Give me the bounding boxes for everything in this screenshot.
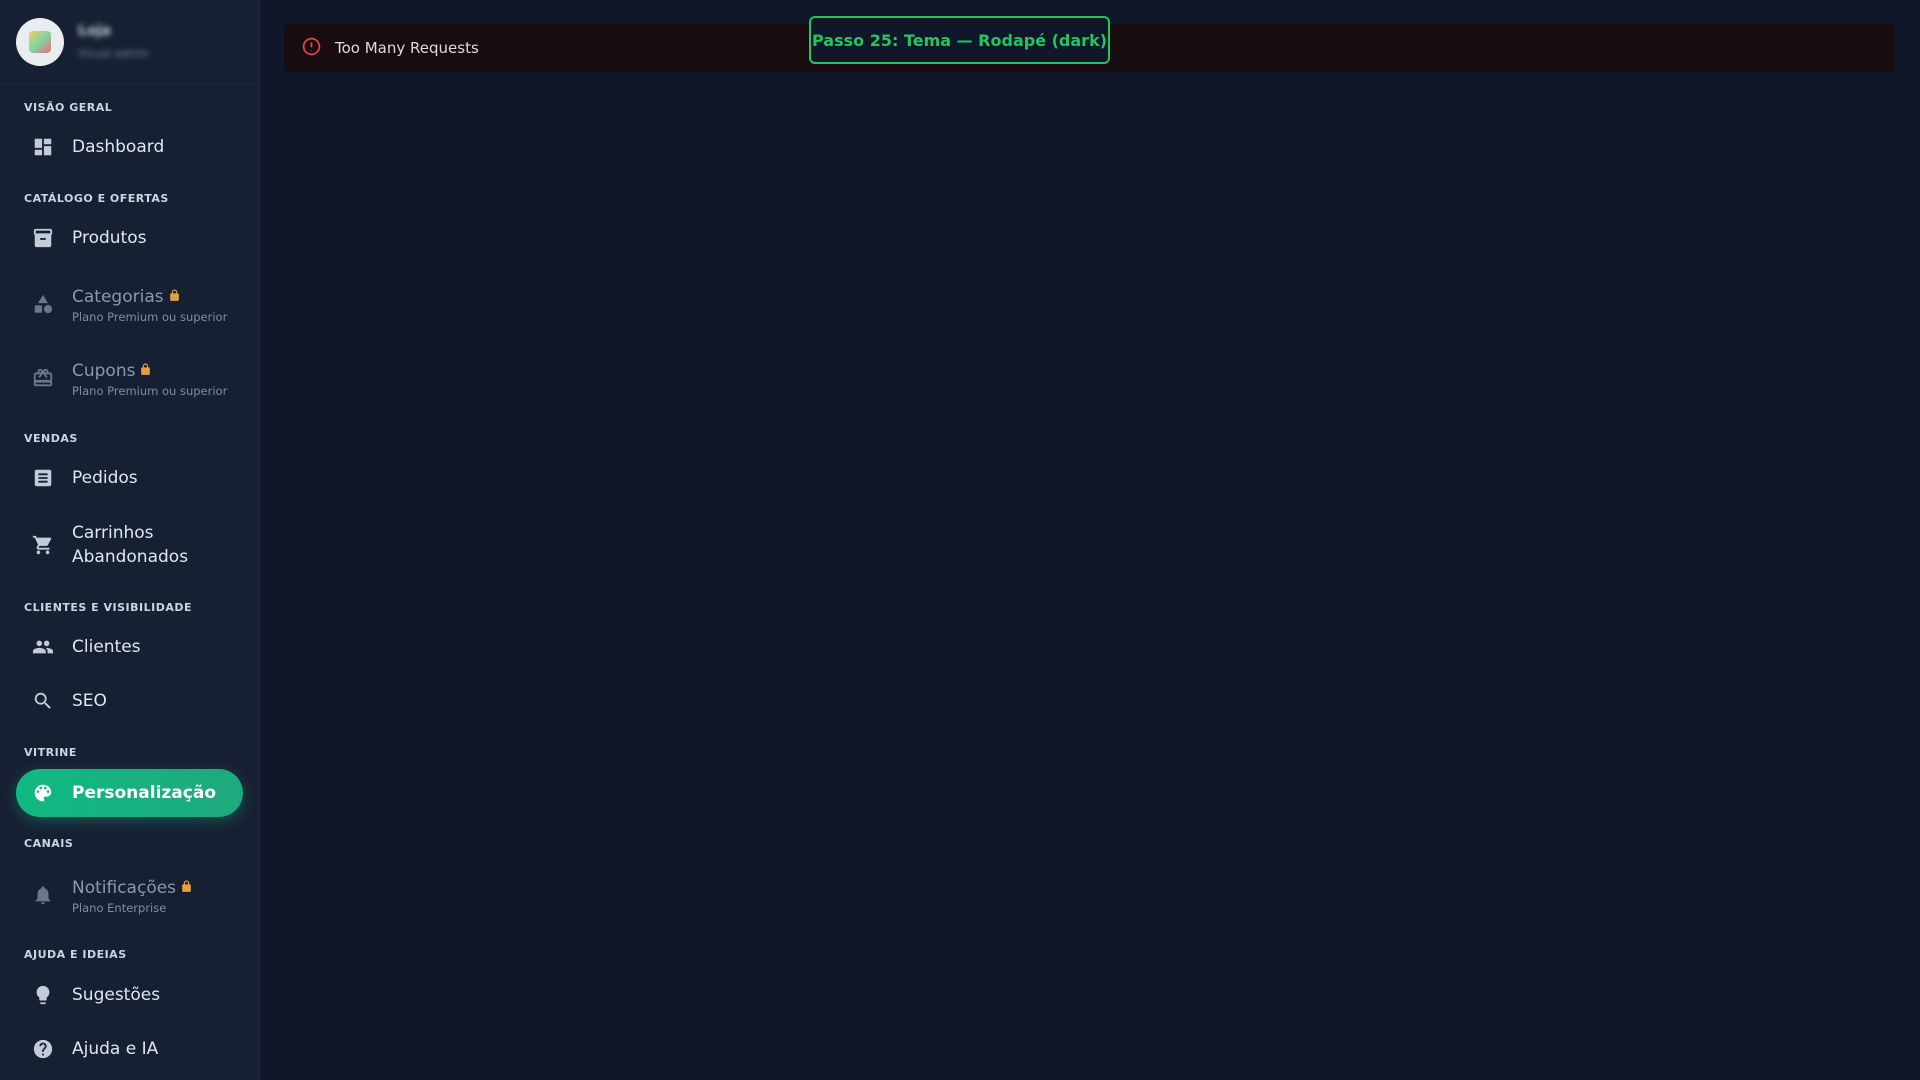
archive-icon [31, 226, 55, 250]
help-circle-icon [31, 1037, 55, 1061]
people-icon [31, 635, 55, 659]
sidebar-item-cupons[interactable]: Cupons Plano Premium ou superior [16, 350, 243, 406]
sidebar-item-label: Sugestões [72, 985, 161, 1005]
category-icon [31, 292, 55, 316]
section-label-overview: VISÃO GERAL [24, 101, 113, 114]
sidebar-item-label: Carrinhos [72, 523, 154, 543]
lightbulb-icon [31, 983, 55, 1007]
section-label-channels: CANAIS [24, 837, 74, 850]
coupon-icon [31, 366, 55, 390]
sidebar-item-label: Ajuda e IA [72, 1039, 159, 1059]
sidebar-item-plan-note: Plano Premium ou superior [72, 383, 228, 398]
sidebar-item-label: Clientes [72, 637, 141, 657]
sidebar-item-categorias[interactable]: Categorias Plano Premium ou superior [16, 276, 243, 332]
receipt-list-icon [31, 466, 55, 490]
sidebar-item-plan-note: Plano Premium ou superior [72, 309, 228, 324]
sidebar-item-notificacoes[interactable]: Notificações Plano Enterprise [16, 867, 243, 923]
step-badge: Passo 25: Tema — Rodapé (dark) [809, 16, 1110, 64]
profile-header[interactable]: Loja Visual admin [0, 0, 259, 84]
search-icon [31, 689, 55, 713]
sidebar-item-label: Notificações [72, 877, 177, 898]
bell-icon [31, 883, 55, 907]
shopping-cart-icon [31, 533, 55, 557]
avatar [16, 17, 64, 66]
profile-text: Loja Visual admin [78, 23, 149, 60]
store-logo-icon [29, 30, 51, 53]
section-label-catalog: CATÁLOGO E OFERTAS [24, 192, 169, 205]
sidebar-item-clientes[interactable]: Clientes [16, 625, 243, 669]
sidebar-item-label-line2: Abandonados [72, 547, 189, 567]
error-circle-icon [301, 36, 322, 61]
lock-icon [180, 876, 193, 900]
sidebar-item-seo[interactable]: SEO [16, 679, 243, 723]
sidebar-item-label: Categorias [72, 286, 164, 307]
sidebar-item-label: Pedidos [72, 468, 138, 488]
section-label-storefront: VITRINE [24, 746, 77, 759]
sidebar-item-label: Produtos [72, 228, 147, 248]
lock-icon [168, 285, 181, 309]
palette-icon [31, 781, 55, 805]
profile-role: Visual admin [78, 47, 149, 60]
dashboard-icon [31, 135, 55, 159]
sidebar-item-label: Cupons [72, 360, 136, 381]
section-label-help: AJUDA E IDEIAS [24, 948, 127, 961]
sidebar-item-plan-note: Plano Enterprise [72, 900, 167, 915]
sidebar-item-carrinhos-abandonados[interactable]: Carrinhos Abandonados [16, 519, 243, 571]
sidebar-item-label: Personalização [72, 783, 216, 803]
sidebar: Loja Visual admin VISÃO GERAL Dashboard … [0, 0, 260, 1080]
sidebar-item-label: SEO [72, 691, 107, 711]
sidebar-item-label: Dashboard [72, 137, 165, 157]
profile-name: Loja [78, 23, 111, 39]
section-label-sales: VENDAS [24, 432, 78, 445]
error-message: Too Many Requests [335, 39, 479, 57]
section-label-clients: CLIENTES E VISIBILIDADE [24, 601, 192, 614]
sidebar-item-dashboard[interactable]: Dashboard [16, 125, 243, 169]
sidebar-item-sugestoes[interactable]: Sugestões [16, 973, 243, 1017]
sidebar-item-personalizacao[interactable]: Personalização [16, 769, 243, 817]
lock-icon [139, 359, 152, 383]
sidebar-item-pedidos[interactable]: Pedidos [16, 456, 243, 500]
sidebar-item-produtos[interactable]: Produtos [16, 216, 243, 260]
sidebar-item-ajuda[interactable]: Ajuda e IA [16, 1027, 243, 1071]
